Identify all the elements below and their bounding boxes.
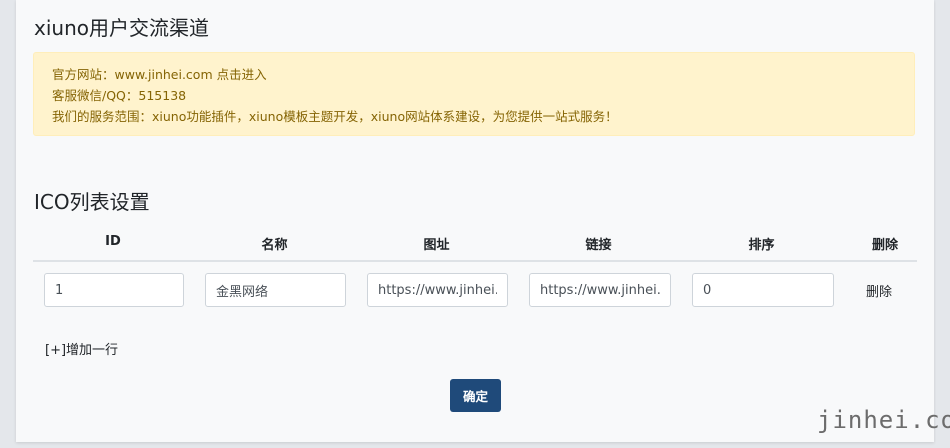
watermark-text: jinhei.com: [817, 406, 950, 434]
column-header-delete: 删除: [871, 238, 898, 253]
column-header-name: 名称: [261, 238, 288, 253]
column-header-sort: 排序: [748, 238, 775, 253]
column-header-id: ID: [105, 234, 121, 249]
add-row-link[interactable]: [+]增加一行: [45, 339, 118, 358]
settings-card: xiuno用户交流渠道 官方网站：www.jinhei.com 点击进入 客服微…: [16, 0, 934, 442]
alert-line-services: 我们的服务范围：xiuno功能插件，xiuno模板主题开发，xiuno网站体系建…: [52, 109, 618, 124]
link-input[interactable]: [529, 273, 671, 307]
sort-input[interactable]: [692, 273, 834, 307]
page-margin-right: [936, 0, 950, 448]
info-alert: 官方网站：www.jinhei.com 点击进入 客服微信/QQ：515138 …: [33, 52, 915, 136]
section-title-channels: xiuno用户交流渠道: [34, 16, 209, 40]
alert-line-website: 官方网站：www.jinhei.com 点击进入: [52, 67, 267, 82]
id-input[interactable]: [44, 273, 184, 307]
confirm-button[interactable]: 确定: [450, 379, 501, 412]
section-title-ico-list: ICO列表设置: [34, 190, 150, 214]
column-header-link: 链接: [585, 238, 612, 253]
name-input[interactable]: [205, 273, 346, 307]
alert-line-contact: 客服微信/QQ：515138: [52, 88, 187, 103]
table-header: ID 名称 图址 链接 排序 删除: [33, 228, 917, 262]
image-url-input[interactable]: [367, 273, 508, 307]
column-header-image: 图址: [423, 238, 450, 253]
delete-row-link[interactable]: 删除: [866, 281, 892, 300]
